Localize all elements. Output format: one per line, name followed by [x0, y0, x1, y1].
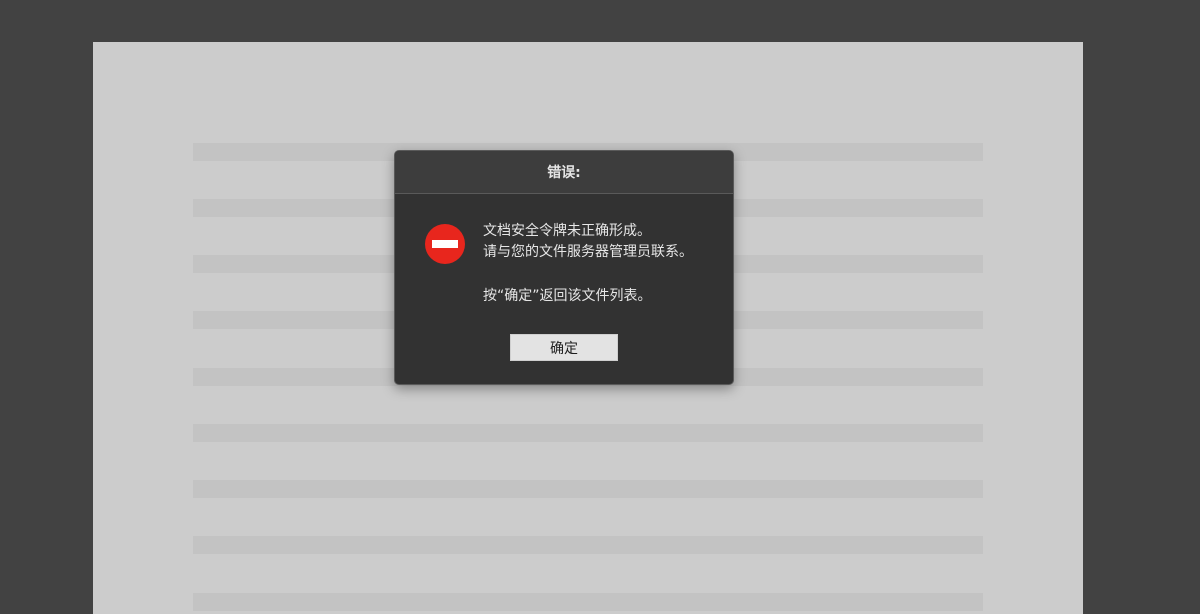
dialog-header: 错误:: [395, 151, 733, 194]
dialog-title: 错误:: [547, 165, 581, 181]
error-dialog: 错误: 文档安全令牌未正确形成。 请与您的文件服务器管理员联系。 按“确定”返回…: [394, 150, 734, 385]
instruction-text: 按“确定”返回该文件列表。: [483, 288, 652, 304]
placeholder-line: [193, 536, 983, 554]
placeholder-line: [193, 424, 983, 442]
message-line: 文档安全令牌未正确形成。: [483, 223, 651, 239]
no-entry-icon: [425, 224, 465, 264]
no-entry-bar: [432, 240, 458, 248]
message-line: 请与您的文件服务器管理员联系。: [483, 244, 693, 260]
error-message: 文档安全令牌未正确形成。 请与您的文件服务器管理员联系。 按“确定”返回该文件列…: [483, 221, 728, 307]
placeholder-line: [193, 593, 983, 611]
ok-button[interactable]: 确定: [510, 334, 618, 361]
placeholder-line: [193, 480, 983, 498]
